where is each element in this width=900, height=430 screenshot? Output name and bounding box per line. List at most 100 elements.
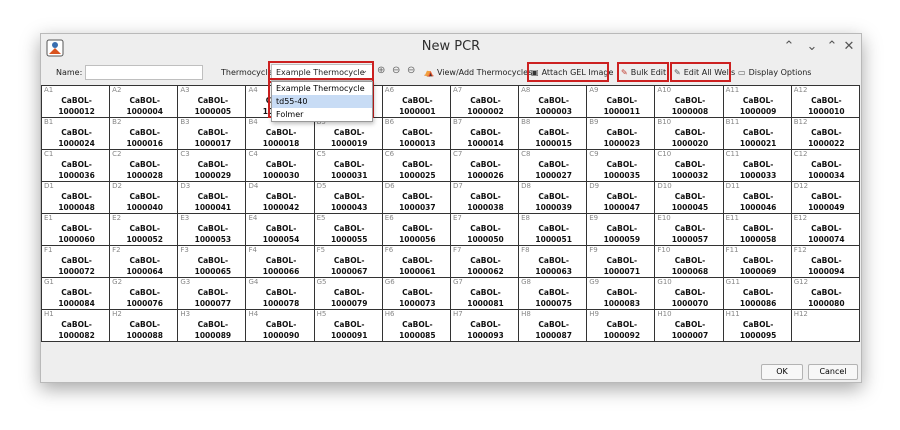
well-cell[interactable]: G5 CaBOL-1000079 — [313, 277, 383, 310]
well-cell[interactable]: H5 CaBOL-1000091 — [313, 309, 383, 342]
well-cell[interactable]: G6 CaBOL-1000073 — [381, 277, 451, 310]
well-cell[interactable]: G2 CaBOL-1000076 — [109, 277, 179, 310]
well-cell[interactable]: E6 CaBOL-1000056 — [381, 213, 451, 246]
well-cell[interactable]: A10 CaBOL-1000008 — [654, 85, 724, 118]
close-icon[interactable]: ✕ — [841, 39, 857, 54]
well-cell[interactable]: B3 CaBOL-1000017 — [177, 117, 247, 150]
well-cell[interactable]: G11 CaBOL-1000086 — [722, 277, 792, 310]
well-cell[interactable]: B5 CaBOL-1000019 — [313, 117, 383, 150]
well-cell[interactable]: E12 CaBOL-1000074 — [790, 213, 861, 246]
well-cell[interactable]: B12 CaBOL-1000022 — [790, 117, 861, 150]
well-cell[interactable]: C5 CaBOL-1000031 — [313, 149, 383, 182]
well-cell[interactable]: F6 CaBOL-1000061 — [381, 245, 451, 278]
well-cell[interactable]: E8 CaBOL-1000051 — [518, 213, 588, 246]
well-cell[interactable]: E4 CaBOL-1000054 — [245, 213, 315, 246]
well-cell[interactable]: G3 CaBOL-1000077 — [177, 277, 247, 310]
well-cell[interactable]: C12 CaBOL-1000034 — [790, 149, 861, 182]
well-cell[interactable]: C3 CaBOL-1000029 — [177, 149, 247, 182]
well-cell[interactable]: A6 CaBOL-1000001 — [381, 85, 451, 118]
well-cell[interactable]: C2 CaBOL-1000028 — [109, 149, 179, 182]
well-cell[interactable]: A3 CaBOL-1000005 — [177, 85, 247, 118]
well-cell[interactable]: C8 CaBOL-1000027 — [518, 149, 588, 182]
well-cell[interactable]: E11 CaBOL-1000058 — [722, 213, 792, 246]
well-cell[interactable]: D6 CaBOL-1000037 — [381, 181, 451, 214]
well-cell[interactable]: H6 CaBOL-1000085 — [381, 309, 451, 342]
well-cell[interactable]: H10 CaBOL-1000007 — [654, 309, 724, 342]
well-cell[interactable]: H3 CaBOL-1000089 — [177, 309, 247, 342]
dropdown-option[interactable]: Folmer — [272, 108, 372, 121]
well-cell[interactable]: D3 CaBOL-1000041 — [177, 181, 247, 214]
zoom-in-icon[interactable]: ⊕ — [377, 65, 385, 76]
well-cell[interactable]: A11 CaBOL-1000009 — [722, 85, 792, 118]
well-cell[interactable]: C6 CaBOL-1000025 — [381, 149, 451, 182]
name-input[interactable] — [85, 65, 203, 80]
well-cell[interactable]: D10 CaBOL-1000045 — [654, 181, 724, 214]
view-add-thermocycles-button[interactable]: ⛺ View/Add Thermocycles — [424, 65, 532, 80]
dropdown-option[interactable]: td55-40 — [272, 95, 372, 108]
well-cell[interactable]: F1 CaBOL-1000072 — [40, 245, 111, 278]
well-cell[interactable]: H2 CaBOL-1000088 — [109, 309, 179, 342]
well-cell[interactable]: F8 CaBOL-1000063 — [518, 245, 588, 278]
well-cell[interactable]: D4 CaBOL-1000042 — [245, 181, 315, 214]
well-cell[interactable]: D9 CaBOL-1000047 — [586, 181, 656, 214]
well-cell[interactable]: D7 CaBOL-1000038 — [449, 181, 520, 214]
well-cell[interactable]: D1 CaBOL-1000048 — [40, 181, 111, 214]
well-cell[interactable]: F9 CaBOL-1000071 — [586, 245, 656, 278]
zoom-out-icon[interactable]: ⊖ — [392, 65, 400, 76]
well-cell[interactable]: A2 CaBOL-1000004 — [109, 85, 179, 118]
collapse-icon[interactable]: ⌃ — [781, 39, 797, 54]
chevron-down-icon[interactable]: ⌄ — [804, 39, 820, 54]
well-cell[interactable]: B10 CaBOL-1000020 — [654, 117, 724, 150]
well-cell[interactable]: A12 CaBOL-1000010 — [790, 85, 861, 118]
display-options-button[interactable]: ▭ Display Options — [738, 65, 811, 80]
well-cell[interactable]: H11 CaBOL-1000095 — [722, 309, 792, 342]
well-cell[interactable]: A8 CaBOL-1000003 — [518, 85, 588, 118]
well-cell[interactable]: E5 CaBOL-1000055 — [313, 213, 383, 246]
well-cell[interactable]: H4 CaBOL-1000090 — [245, 309, 315, 342]
chevron-up-icon[interactable]: ⌃ — [824, 39, 840, 54]
well-cell[interactable]: G8 CaBOL-1000075 — [518, 277, 588, 310]
well-cell[interactable]: C7 CaBOL-1000026 — [449, 149, 520, 182]
well-cell[interactable]: G4 CaBOL-1000078 — [245, 277, 315, 310]
well-cell[interactable]: B11 CaBOL-1000021 — [722, 117, 792, 150]
well-cell[interactable]: A7 CaBOL-1000002 — [449, 85, 520, 118]
well-cell[interactable]: F12 CaBOL-1000094 — [790, 245, 861, 278]
ok-button[interactable]: OK — [761, 364, 803, 380]
well-cell[interactable]: F2 CaBOL-1000064 — [109, 245, 179, 278]
well-cell[interactable]: C9 CaBOL-1000035 — [586, 149, 656, 182]
well-cell[interactable]: C10 CaBOL-1000032 — [654, 149, 724, 182]
well-cell[interactable]: B1 CaBOL-1000024 — [40, 117, 111, 150]
well-cell[interactable]: F5 CaBOL-1000067 — [313, 245, 383, 278]
well-cell[interactable]: D12 CaBOL-1000049 — [790, 181, 861, 214]
well-cell[interactable]: G12 CaBOL-1000080 — [790, 277, 861, 310]
well-cell[interactable]: B9 CaBOL-1000023 — [586, 117, 656, 150]
cancel-button[interactable]: Cancel — [808, 364, 858, 380]
well-cell[interactable]: G9 CaBOL-1000083 — [586, 277, 656, 310]
well-cell[interactable]: B4 CaBOL-1000018 — [245, 117, 315, 150]
well-cell[interactable]: E3 CaBOL-1000053 — [177, 213, 247, 246]
well-cell[interactable]: E9 CaBOL-1000059 — [586, 213, 656, 246]
well-cell[interactable]: H12 — [790, 309, 861, 342]
well-cell[interactable]: E10 CaBOL-1000057 — [654, 213, 724, 246]
well-cell[interactable]: H1 CaBOL-1000082 — [40, 309, 111, 342]
dropdown-option[interactable]: Example Thermocycle — [272, 82, 372, 95]
well-cell[interactable]: B2 CaBOL-1000016 — [109, 117, 179, 150]
well-cell[interactable]: D2 CaBOL-1000040 — [109, 181, 179, 214]
well-cell[interactable]: F3 CaBOL-1000065 — [177, 245, 247, 278]
well-cell[interactable]: C4 CaBOL-1000030 — [245, 149, 315, 182]
well-cell[interactable]: H7 CaBOL-1000093 — [449, 309, 520, 342]
well-cell[interactable]: F10 CaBOL-1000068 — [654, 245, 724, 278]
well-cell[interactable]: H9 CaBOL-1000092 — [586, 309, 656, 342]
well-cell[interactable]: A9 CaBOL-1000011 — [586, 85, 656, 118]
well-cell[interactable]: A1 CaBOL-1000012 — [40, 85, 111, 118]
well-cell[interactable]: F7 CaBOL-1000062 — [449, 245, 520, 278]
search-icon[interactable]: ⊖ — [407, 65, 415, 76]
well-cell[interactable]: E7 CaBOL-1000050 — [449, 213, 520, 246]
well-cell[interactable]: C11 CaBOL-1000033 — [722, 149, 792, 182]
well-cell[interactable]: F11 CaBOL-1000069 — [722, 245, 792, 278]
well-cell[interactable]: F4 CaBOL-1000066 — [245, 245, 315, 278]
well-cell[interactable]: G10 CaBOL-1000070 — [654, 277, 724, 310]
well-cell[interactable]: B6 CaBOL-1000013 — [381, 117, 451, 150]
well-cell[interactable]: D5 CaBOL-1000043 — [313, 181, 383, 214]
well-cell[interactable]: G7 CaBOL-1000081 — [449, 277, 520, 310]
